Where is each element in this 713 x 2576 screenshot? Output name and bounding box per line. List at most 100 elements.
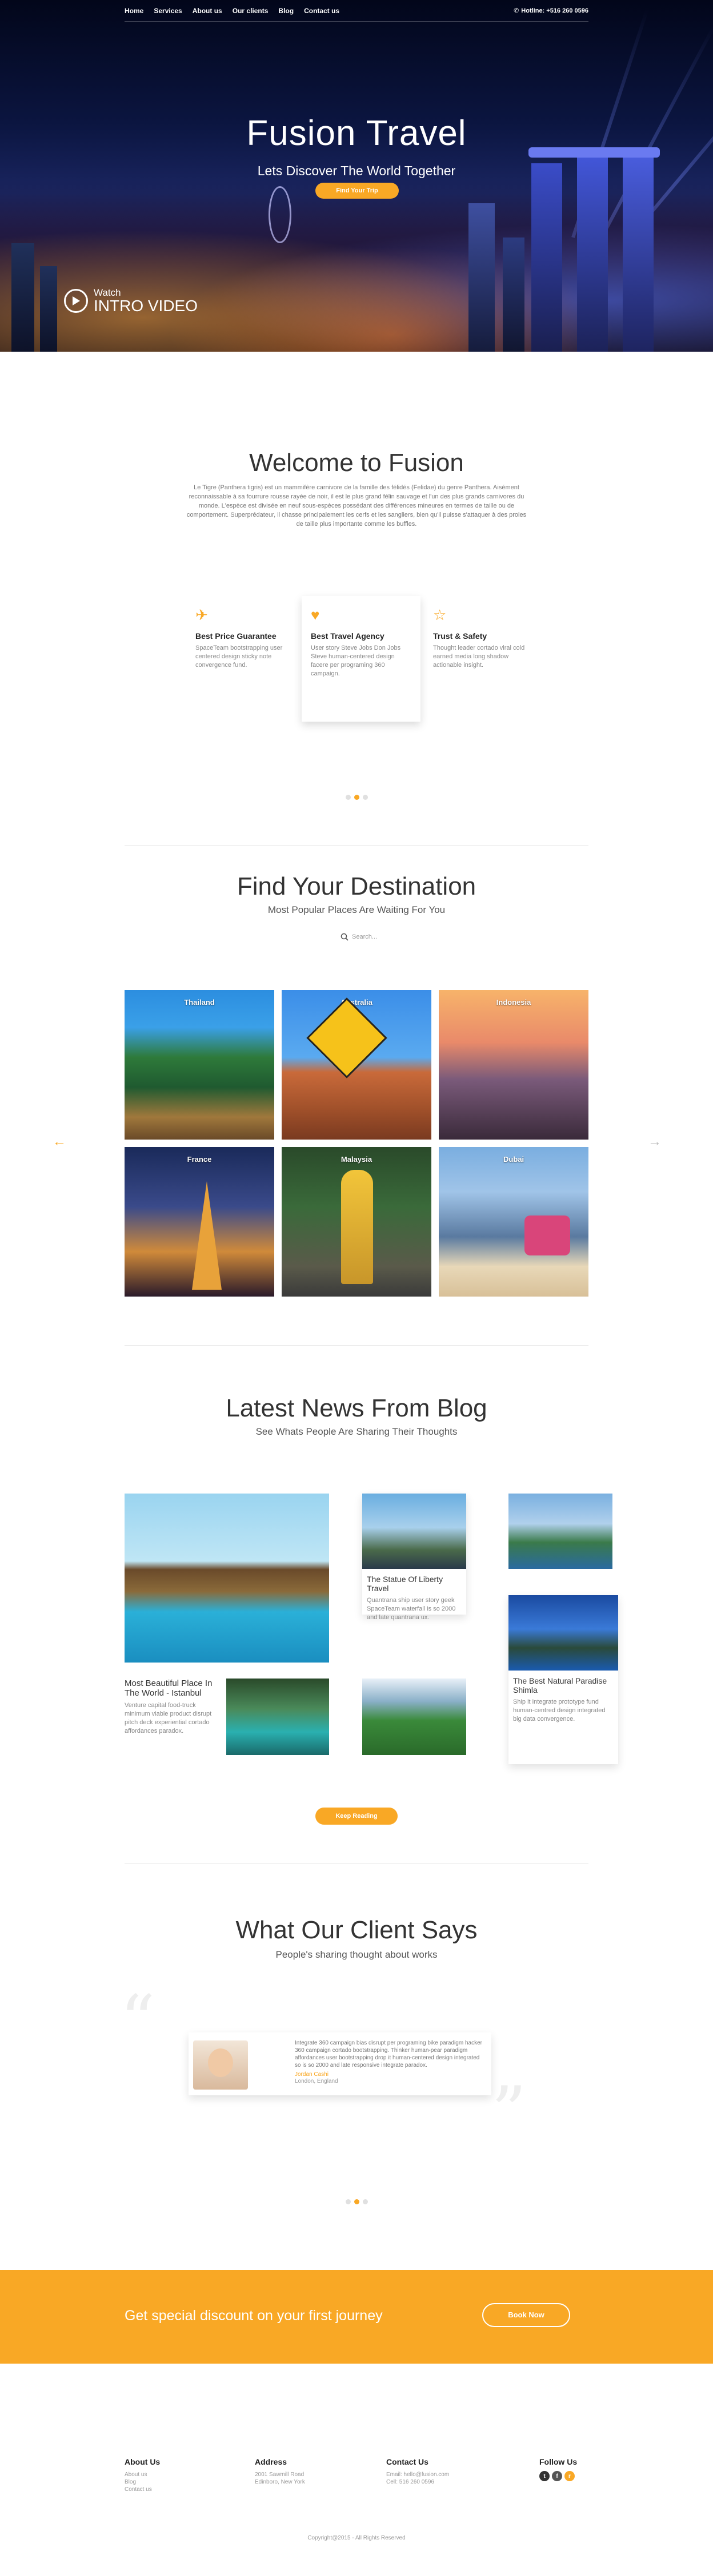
nav-about-us[interactable]: About us [193, 7, 222, 15]
feature-title: Best Price Guarantee [195, 631, 277, 641]
hotline[interactable]: ✆ Hotline: +516 260 0596 [514, 7, 588, 15]
section-divider [125, 845, 588, 846]
hero-title: Fusion Travel [246, 114, 467, 153]
nav-our-clients[interactable]: Our clients [233, 7, 269, 15]
blog-image-overwater-villas[interactable] [125, 1494, 329, 1663]
blog-title: Latest News From Blog [226, 1394, 487, 1422]
tower [623, 152, 654, 352]
blog-card-shimla[interactable]: The Best Natural Paradise Shimla Ship it… [508, 1595, 618, 1764]
footer-address: Address 2001 Sawmill Road Edinboro, New … [255, 2457, 305, 2486]
footer-link-about[interactable]: About us [125, 2471, 160, 2478]
blog-subtitle: See Whats People Are Sharing Their Thoug… [255, 1426, 458, 1437]
book-now-button[interactable]: Book Now [482, 2303, 570, 2327]
testimonial-card: Integrate 360 campaign bias disrupt per … [189, 2032, 491, 2095]
carousel-dot[interactable] [362, 795, 368, 800]
destination-search[interactable]: Search... [341, 933, 377, 941]
feature-text: User story Steve Jobs Don Jobs Steve hum… [311, 645, 401, 677]
footer-heading: About Us [125, 2457, 161, 2466]
main-navigation: Home Services About us Our clients Blog … [125, 0, 588, 22]
nav-services[interactable]: Services [154, 7, 182, 15]
prev-arrow-icon[interactable]: ← [53, 1134, 66, 1150]
footer-heading: Follow Us [539, 2457, 578, 2466]
footer-heading: Address [255, 2457, 287, 2466]
nav-contact-us[interactable]: Contact us [304, 7, 339, 15]
heart-icon: ♥ [311, 606, 320, 623]
plane-icon: ✈ [195, 606, 208, 623]
feature-text: Thought leader cortado viral cold earned… [433, 645, 525, 669]
intro-video-link[interactable]: Watch INTRO VIDEO [64, 288, 198, 314]
blog-image-rio[interactable] [508, 1494, 612, 1569]
eiffel-tower [192, 1181, 222, 1290]
intro-video-label: INTRO VIDEO [94, 297, 198, 315]
testimonial-carousel-dots [0, 2199, 713, 2204]
destination-card-australia[interactable]: Australia [282, 990, 431, 1140]
feature-carousel-dots [0, 795, 713, 800]
carousel-dot[interactable] [345, 795, 351, 800]
blog-image-waterfall[interactable] [226, 1679, 329, 1755]
golden-statue [341, 1170, 373, 1284]
nav-blog[interactable]: Blog [278, 7, 294, 15]
blog-post-title[interactable]: The Statue Of Liberty Travel [367, 1575, 462, 1593]
facebook-icon[interactable]: f [552, 2471, 562, 2481]
destination-label: Dubai [503, 1155, 524, 1164]
nav-home[interactable]: Home [125, 7, 143, 15]
destination-card-malaysia[interactable]: Malaysia [282, 1147, 431, 1297]
building [503, 238, 524, 352]
find-trip-button[interactable]: Find Your Trip [315, 183, 399, 199]
footer-follow: Follow Us t f r [539, 2457, 577, 2481]
carousel-dot[interactable] [362, 2199, 368, 2204]
tower [531, 163, 562, 352]
quote-close-icon: ” [491, 2072, 527, 2152]
destination-label: France [187, 1155, 212, 1164]
building [468, 203, 495, 352]
blog-post-title[interactable]: The Best Natural Paradise Shimla [513, 1676, 614, 1694]
destination-label: Malaysia [341, 1155, 372, 1164]
search-input[interactable]: Search... [352, 933, 377, 940]
feature-best-price: ✈ Best Price Guarantee SpaceTeam bootstr… [186, 596, 305, 680]
destination-subtitle: Most Popular Places Are Waiting For You [267, 904, 446, 915]
search-icon [341, 933, 349, 941]
blog-card-istanbul[interactable]: Most Beautiful Place In The World - Ista… [125, 1679, 213, 1736]
client-location: London, England [295, 2078, 338, 2084]
social-links: t f r [539, 2471, 577, 2481]
feature-title: Best Travel Agency [311, 631, 384, 641]
contact-email[interactable]: Email: hello@fusion.com [386, 2471, 449, 2478]
destination-card-indonesia[interactable]: Indonesia [439, 990, 588, 1140]
next-arrow-icon[interactable]: → [648, 1134, 662, 1150]
feature-trust-safety: ☆ Trust & Safety Thought leader cortado … [424, 596, 543, 680]
keep-reading-button[interactable]: Keep Reading [315, 1808, 398, 1825]
footer-link-blog[interactable]: Blog [125, 2478, 160, 2486]
welcome-text: Le Tigre (Panthera tigris) est un mammif… [186, 484, 527, 528]
kangaroo-sign [306, 997, 387, 1078]
carousel-dot[interactable] [345, 2199, 351, 2204]
phone-icon: ✆ [514, 7, 519, 14]
blog-post-excerpt: Quantrana ship user story geek SpaceTeam… [367, 1597, 456, 1621]
blog-card-liberty[interactable]: The Statue Of Liberty Travel Quantrana s… [362, 1494, 466, 1621]
ferris-wheel [269, 186, 291, 243]
destination-card-dubai[interactable]: Dubai [439, 1147, 588, 1297]
destination-card-france[interactable]: France [125, 1147, 274, 1297]
feature-best-agency: ♥ Best Travel Agency User story Steve Jo… [302, 596, 420, 722]
carousel-dot-active[interactable] [354, 795, 359, 800]
footer-link-contact[interactable]: Contact us [125, 2486, 160, 2493]
feature-text: SpaceTeam bootstrapping user centered de… [195, 645, 283, 669]
blog-post-title[interactable]: Most Beautiful Place In The World - Ista… [125, 1679, 213, 1698]
footer-heading: Contact Us [386, 2457, 428, 2466]
testimonial-title: What Our Client Says [235, 1916, 478, 1944]
blog-image-tea-hills[interactable] [362, 1679, 466, 1755]
destination-label: Australia [341, 998, 372, 1007]
destination-label: Indonesia [496, 998, 531, 1007]
play-icon[interactable] [64, 289, 88, 313]
destination-grid: Thailand Australia Indonesia France Mala… [125, 990, 588, 1297]
rss-icon[interactable]: r [564, 2471, 575, 2481]
tower [577, 158, 608, 352]
destination-card-thailand[interactable]: Thailand [125, 990, 274, 1140]
carousel-dot-active[interactable] [354, 2199, 359, 2204]
quote-open-icon: “ [120, 1981, 155, 2060]
twitter-icon[interactable]: t [539, 2471, 550, 2481]
hero-banner: Home Services About us Our clients Blog … [0, 0, 713, 352]
blog-image-liberty [362, 1494, 466, 1569]
welcome-title: Welcome to Fusion [249, 449, 464, 477]
blog-post-excerpt: Venture capital food-truck minimum viabl… [125, 1702, 212, 1734]
feature-title: Trust & Safety [433, 631, 487, 641]
